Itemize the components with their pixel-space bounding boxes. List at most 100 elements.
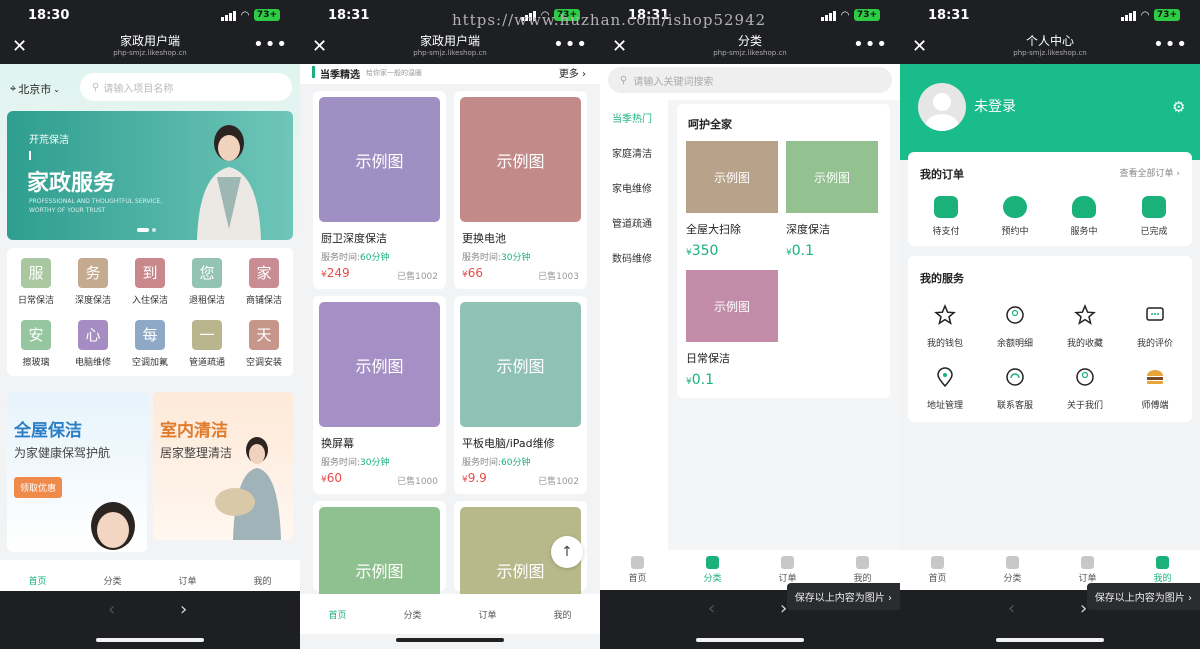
orders-card: 我的订单 查看全部订单 › 待支付 预约中 服务中 已完成 [908,152,1192,246]
back-icon[interactable]: ‹ [1008,598,1015,619]
tab-home[interactable]: 首页 [608,556,668,584]
product-card[interactable]: 示例图 平板电脑/iPad维修 服务时间:60分钟 ¥9.9 已售1002 [454,296,587,494]
service-favorites[interactable]: 我的收藏 [1053,304,1117,349]
tab-category[interactable]: 分类 [983,556,1043,584]
more-icon[interactable]: ••• [853,34,888,55]
product-card[interactable]: 示例图 换屏幕 服务时间:30分钟 ¥60 已售1000 [313,296,446,494]
category-item[interactable]: 家电维修 [612,180,652,195]
service-price: ¥0.1 [786,243,814,259]
tab-orders[interactable]: 订单 [458,608,518,621]
promo-title: 全屋保洁 [14,421,82,441]
all-orders-link[interactable]: 查看全部订单 › [1120,166,1180,179]
nav-bar: ✕ 家政用户端 php-smjz.likeshop.cn ••• [300,30,600,64]
close-icon[interactable]: ✕ [912,36,927,57]
settings-icon[interactable]: ⚙ [1172,98,1185,116]
login-status[interactable]: 未登录 [974,96,1016,116]
search-input[interactable]: ⚲ 请输入关键词搜索 [608,67,892,93]
more-link[interactable]: 更多 › [559,65,586,80]
grid-item[interactable]: 一管道疏通 [181,320,233,368]
city-selector[interactable]: ⌖ 北京市 ⌄ [10,81,60,97]
search-placeholder: 请输入项目名称 [103,83,174,95]
save-as-image-button[interactable]: 保存以上内容为图片 › [1086,583,1200,610]
grid-item[interactable]: 心电脑维修 [67,320,119,368]
home-icon [631,556,644,569]
tab-home[interactable]: 首页 [8,574,68,587]
category-item[interactable]: 数码维修 [612,250,652,265]
banner[interactable]: 开荒保洁 家政服务 PROFESSIONAL AND THOUGHTFUL SE… [7,111,293,240]
nav-title: 家政用户端 [119,34,180,48]
tab-mine[interactable]: 我的 [1133,556,1193,584]
service-about[interactable]: 关于我们 [1053,366,1117,411]
grid-item[interactable]: 服日常保洁 [10,258,62,306]
grid-item[interactable]: 天空调安装 [238,320,290,368]
forward-icon[interactable]: › [180,599,187,620]
grid-item[interactable]: 安擦玻璃 [10,320,62,368]
grid-item[interactable]: 到入住保洁 [124,258,176,306]
category-item[interactable]: 管道疏通 [612,215,652,230]
category-list: 当季热门 家庭清洁 家电维修 管道疏通 数码维修 [600,100,668,550]
tab-category[interactable]: 分类 [83,574,143,587]
category-item[interactable]: 家庭清洁 [612,145,652,160]
product-card[interactable]: 示例图 更换电池 服务时间:30分钟 ¥66 已售1003 [454,91,587,289]
tab-orders[interactable]: 订单 [1058,556,1118,584]
service-time: 60分钟 [501,458,531,468]
grid-item[interactable]: 务深度保洁 [67,258,119,306]
tab-category[interactable]: 分类 [383,608,443,621]
user-circle-icon [1076,368,1094,386]
status-bar: 18:30 ◠ 73+ [0,0,300,30]
product-image: 示例图 [319,97,440,222]
more-icon[interactable]: ••• [553,34,588,55]
category-item[interactable]: 当季热门 [612,110,652,125]
tab-mine[interactable]: 我的 [833,556,893,584]
product-price: ¥249 [321,266,350,280]
service-address[interactable]: 地址管理 [913,366,977,411]
back-to-top-button[interactable]: ↑ [551,536,583,568]
tab-orders[interactable]: 订单 [758,556,818,584]
close-icon[interactable]: ✕ [612,36,627,57]
service-item[interactable]: 示例图 日常保洁 ¥0.1 [686,270,778,388]
tab-orders[interactable]: 订单 [158,574,218,587]
order-status-booking[interactable]: 预约中 [985,196,1045,237]
promo-card-whole-house[interactable]: 全屋保洁 为家健康保驾护航 领取优惠 [7,392,147,552]
service-master[interactable]: 师傅端 [1123,366,1187,411]
wallet-icon [934,196,958,218]
tab-bar: 首页 分类 订单 我的 [300,594,600,634]
order-status-pending-payment[interactable]: 待支付 [916,196,976,237]
avatar[interactable] [918,83,966,131]
service-item[interactable]: 示例图 全屋大扫除 ¥350 [686,141,778,259]
promo-card-indoor[interactable]: 室内清洁 居家整理清洁 [153,392,293,540]
signal-icon [221,10,237,21]
service-image: 示例图 [686,141,778,213]
tab-home[interactable]: 首页 [908,556,968,584]
service-support[interactable]: 联系客服 [983,366,1047,411]
more-icon[interactable]: ••• [1153,34,1188,55]
back-icon[interactable]: ‹ [708,598,715,619]
tab-mine[interactable]: 我的 [233,574,293,587]
order-status-in-service[interactable]: 服务中 [1054,196,1114,237]
save-as-image-button[interactable]: 保存以上内容为图片 › [786,583,900,610]
back-icon[interactable]: ‹ [108,599,115,620]
close-icon[interactable]: ✕ [12,36,27,57]
service-wallet[interactable]: 我的钱包 [913,304,977,349]
grid-item[interactable]: 每空调加氟 [124,320,176,368]
tab-home[interactable]: 首页 [308,608,368,621]
nav-title: 个人中心 [1025,34,1074,48]
product-card[interactable]: 示例图 [313,501,446,632]
service-item[interactable]: 示例图 深度保洁 ¥0.1 [786,141,878,259]
service-reviews[interactable]: 我的评价 [1123,304,1187,349]
tab-mine[interactable]: 我的 [533,608,593,621]
nav-title: 家政用户端 [419,34,480,48]
headset-icon [1006,368,1024,386]
coupon-button[interactable]: 领取优惠 [14,477,63,498]
tab-category[interactable]: 分类 [683,556,743,584]
close-icon[interactable]: ✕ [312,36,327,57]
more-icon[interactable]: ••• [253,34,288,55]
service-balance[interactable]: 余额明细 [983,304,1047,349]
nav-title: 分类 [737,34,762,48]
search-input[interactable]: ⚲ 请输入项目名称 [80,73,292,101]
grid-item[interactable]: 家商铺保洁 [238,258,290,306]
service-name: 全屋大扫除 [686,223,741,236]
order-status-completed[interactable]: 已完成 [1124,196,1184,237]
grid-item[interactable]: 您退租保洁 [181,258,233,306]
product-card[interactable]: 示例图 厨卫深度保洁 服务时间:60分钟 ¥249 已售1002 [313,91,446,289]
